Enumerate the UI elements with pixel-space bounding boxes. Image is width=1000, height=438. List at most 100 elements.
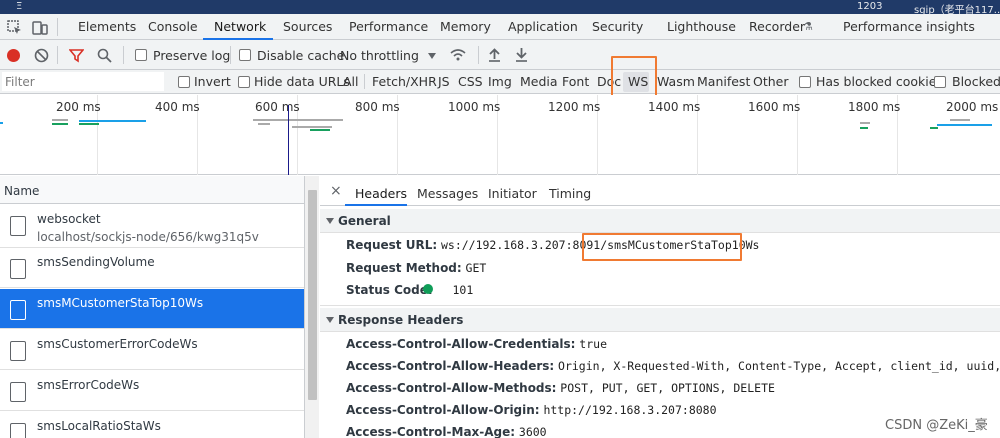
- type-filter-js[interactable]: JS: [438, 74, 450, 89]
- tab-headers[interactable]: Headers: [355, 186, 407, 201]
- tab-timing[interactable]: Timing: [549, 186, 591, 201]
- request-name: smsErrorCodeWs: [37, 378, 140, 392]
- tab-network[interactable]: Network: [214, 19, 266, 34]
- request-name: smsLocalRatioStaWs: [37, 419, 161, 433]
- type-filter-font[interactable]: Font: [562, 74, 589, 89]
- response-header-row: Access-Control-Allow-Origin: http://192.…: [346, 403, 717, 417]
- tab-elements[interactable]: Elements: [78, 19, 136, 34]
- tab-messages[interactable]: Messages: [417, 186, 478, 201]
- blocked-requests-checkbox[interactable]: [934, 76, 946, 88]
- throttling-select[interactable]: No throttling: [340, 48, 419, 63]
- status-code-label: Status Code:: [346, 283, 433, 297]
- ws-filter-highlight: [611, 56, 657, 99]
- status-ok-icon: [423, 284, 433, 294]
- header-key: Access-Control-Allow-Methods:: [346, 381, 557, 395]
- tab-initiator[interactable]: Initiator: [488, 186, 537, 201]
- type-filter-wasm[interactable]: Wasm: [657, 74, 695, 89]
- document-icon: [10, 423, 26, 438]
- expand-triangle-icon: [326, 218, 334, 224]
- response-header-row: Access-Control-Allow-Methods: POST, PUT,…: [346, 381, 775, 395]
- general-section-header[interactable]: General: [320, 209, 1000, 233]
- request-url: localhost/sockjs-node/656/kwg31q5v: [37, 230, 259, 244]
- name-column-header[interactable]: Name: [0, 176, 304, 204]
- document-icon: [10, 300, 26, 320]
- invert-checkbox[interactable]: [178, 76, 190, 88]
- devtools-tab-bar: Ξ 1203 sgip（老平台117... Elements Console N…: [0, 0, 1000, 40]
- list-item-sms-customer-error-code-ws[interactable]: smsCustomerErrorCodeWs: [0, 330, 304, 370]
- tab-memory[interactable]: Memory: [440, 19, 491, 34]
- filter-input[interactable]: Filter: [2, 72, 164, 91]
- header-key: Access-Control-Allow-Credentials:: [346, 337, 576, 351]
- invert-label: Invert: [194, 74, 231, 89]
- record-button[interactable]: [7, 49, 20, 62]
- response-header-row: Access-Control-Allow-Credentials: true: [346, 337, 607, 351]
- network-conditions-icon[interactable]: [449, 47, 467, 63]
- type-filter-fetch-xhr[interactable]: Fetch/XHR: [372, 74, 437, 89]
- overview-tick: 2000 ms: [946, 100, 999, 114]
- request-method-label: Request Method:: [346, 261, 462, 275]
- preserve-log-checkbox[interactable]: [135, 49, 147, 61]
- has-blocked-cookies-checkbox[interactable]: [799, 76, 811, 88]
- clear-icon[interactable]: [34, 48, 49, 63]
- search-icon[interactable]: [97, 48, 112, 63]
- request-name: smsSendingVolume: [37, 255, 155, 269]
- disable-cache-label: Disable cache: [257, 48, 345, 63]
- timeline-overview[interactable]: 200 ms 400 ms 600 ms 800 ms 1000 ms 1200…: [0, 95, 1000, 175]
- request-method-value: GET: [465, 261, 487, 275]
- tab-application[interactable]: Application: [508, 19, 578, 34]
- flask-icon: ⚗: [803, 20, 813, 33]
- disable-cache-checkbox[interactable]: [239, 49, 251, 61]
- list-item-websocket[interactable]: websocket localhost/sockjs-node/656/kwg3…: [0, 205, 304, 248]
- document-icon: [10, 341, 26, 361]
- filter-icon[interactable]: [68, 48, 85, 63]
- list-item-sms-error-code-ws[interactable]: smsErrorCodeWs: [0, 371, 304, 411]
- overview-tick: 1400 ms: [648, 100, 701, 114]
- name-header-label: Name: [4, 184, 40, 198]
- filter-placeholder: Filter: [5, 75, 35, 89]
- header-key: Access-Control-Allow-Origin:: [346, 403, 540, 417]
- response-headers-section-header[interactable]: Response Headers: [320, 308, 1000, 332]
- tab-security[interactable]: Security: [592, 19, 643, 34]
- tab-recorder[interactable]: Recorder: [749, 19, 805, 34]
- request-url-label: Request URL:: [346, 238, 438, 252]
- tab-performance[interactable]: Performance: [349, 19, 428, 34]
- title-strip-text-count: 1203: [857, 1, 883, 12]
- request-name: smsCustomerErrorCodeWs: [37, 337, 198, 351]
- hide-data-urls-label: Hide data URLs: [254, 74, 350, 89]
- csdn-watermark: CSDN @ZeKi_豪: [885, 418, 988, 433]
- type-filter-all[interactable]: All: [343, 74, 359, 89]
- type-filter-manifest[interactable]: Manifest: [697, 74, 750, 89]
- list-scrollbar[interactable]: [304, 176, 319, 438]
- title-strip-text-left: Ξ: [16, 1, 23, 12]
- tab-console[interactable]: Console: [148, 19, 198, 34]
- overview-tick: 600 ms: [255, 100, 300, 114]
- blocked-requests-label: Blocked R: [952, 74, 1000, 89]
- list-item-sms-sending-volume[interactable]: smsSendingVolume: [0, 248, 304, 288]
- status-code-row: Status Code: 101: [346, 283, 473, 297]
- overview-tick: 1600 ms: [748, 100, 801, 114]
- type-filter-media[interactable]: Media: [520, 74, 558, 89]
- header-key: Access-Control-Allow-Headers:: [346, 359, 555, 373]
- tab-sources[interactable]: Sources: [283, 19, 332, 34]
- list-item-sms-m-customer-sta-top10-ws[interactable]: smsMCustomerStaTop10Ws: [0, 289, 304, 329]
- hide-data-urls-checkbox[interactable]: [238, 76, 250, 88]
- type-filter-img[interactable]: Img: [488, 74, 512, 89]
- export-har-icon[interactable]: [515, 47, 528, 62]
- inspect-element-icon[interactable]: [7, 20, 23, 36]
- close-icon[interactable]: ×: [330, 183, 342, 199]
- overview-tick: 200 ms: [56, 100, 101, 114]
- overview-tick: 800 ms: [355, 100, 400, 114]
- type-filter-other[interactable]: Other: [753, 74, 789, 89]
- scrollbar-thumb[interactable]: [308, 190, 317, 400]
- list-item-sms-local-ratio-sta-ws[interactable]: smsLocalRatioStaWs: [0, 412, 304, 438]
- header-value: true: [579, 337, 607, 351]
- tab-lighthouse[interactable]: Lighthouse: [667, 19, 736, 34]
- response-headers-title: Response Headers: [338, 313, 464, 327]
- device-toolbar-icon[interactable]: [32, 20, 48, 36]
- import-har-icon[interactable]: [488, 47, 501, 62]
- detail-tab-bar: × Headers Messages Initiator Timing: [320, 176, 1000, 206]
- header-value: Origin, X-Requested-With, Content-Type, …: [558, 359, 1000, 373]
- tab-performance-insights[interactable]: Performance insights: [843, 19, 975, 34]
- type-filter-css[interactable]: CSS: [458, 74, 483, 89]
- request-name: websocket: [37, 212, 101, 226]
